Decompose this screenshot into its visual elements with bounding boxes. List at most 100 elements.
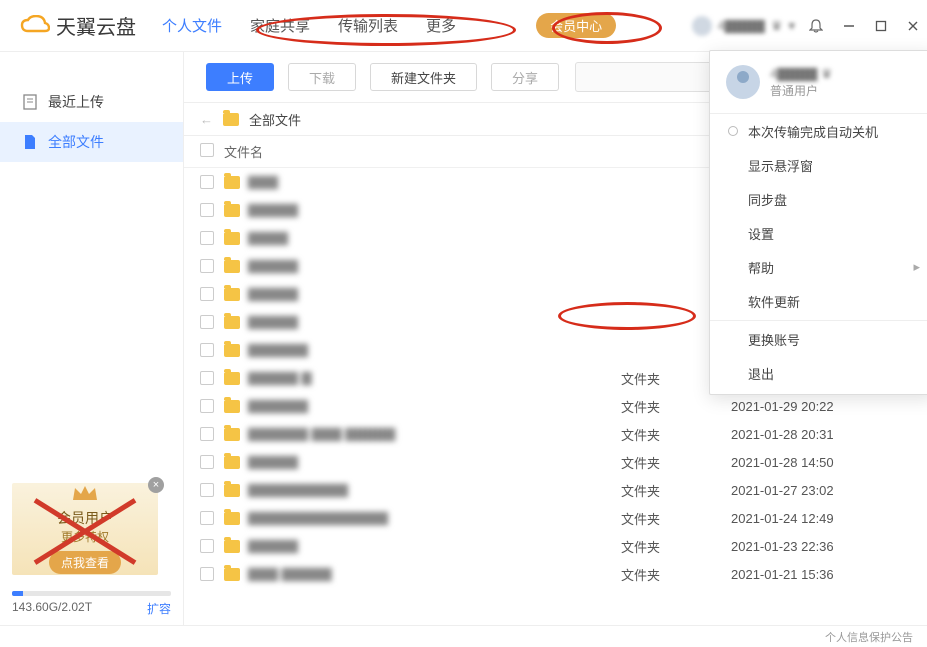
new-folder-button[interactable]: 新建文件夹 xyxy=(370,63,477,91)
file-name-cell[interactable]: ▇▇▇▇▇ xyxy=(224,286,621,302)
table-row[interactable]: ▇▇▇▇▇文件夹2021-01-28 14:50 xyxy=(184,448,927,476)
file-name: ▇▇▇▇▇▇ xyxy=(248,398,308,414)
file-name-cell[interactable]: ▇▇▇ ▇▇▇▇▇ xyxy=(224,566,621,582)
row-checkbox[interactable] xyxy=(200,371,214,385)
folder-icon xyxy=(224,260,240,273)
file-type: 文件夹 xyxy=(621,425,731,444)
nav-family[interactable]: 家庭共享 xyxy=(250,15,310,36)
col-name[interactable]: 文件名 xyxy=(224,142,621,161)
close-button[interactable] xyxy=(907,20,919,32)
file-name-cell[interactable]: ▇▇▇▇▇ xyxy=(224,314,621,330)
file-time: 2021-01-29 20:22 xyxy=(731,399,911,414)
sidebar-item-recent[interactable]: 最近上传 xyxy=(0,82,183,122)
row-checkbox[interactable] xyxy=(200,539,214,553)
row-checkbox[interactable] xyxy=(200,231,214,245)
table-row[interactable]: ▇▇▇▇▇▇ ▇▇▇ ▇▇▇▇▇ 文件夹2021-01-28 20:31 xyxy=(184,420,927,448)
file-name: ▇▇▇ xyxy=(248,174,278,190)
dropdown-help[interactable]: 帮助▸ xyxy=(710,250,927,284)
row-checkbox[interactable] xyxy=(200,175,214,189)
minimize-button[interactable] xyxy=(843,20,855,32)
title-bar: 天翼云盘 个人文件 家庭共享 传输列表 更多 会员中心 4▇▇▇▇ ♛ ▾ xyxy=(0,0,927,52)
file-name-cell[interactable]: ▇▇▇▇▇▇ ▇▇▇ ▇▇▇▇▇ xyxy=(224,426,621,442)
file-type: 文件夹 xyxy=(621,565,731,584)
file-name-cell[interactable]: ▇▇▇▇▇ xyxy=(224,202,621,218)
file-time: 2021-01-24 12:49 xyxy=(731,511,911,526)
file-name-cell[interactable]: ▇▇▇▇ xyxy=(224,230,621,246)
member-center-button[interactable]: 会员中心 xyxy=(536,13,616,38)
quota-expand-link[interactable]: 扩容 xyxy=(147,600,171,617)
nav-more[interactable]: 更多 xyxy=(426,15,456,36)
footer: 个人信息保护公告 xyxy=(0,625,927,647)
dropdown-logout[interactable]: 退出 xyxy=(710,356,927,390)
dropdown-show-float[interactable]: 显示悬浮窗 xyxy=(710,148,927,182)
table-row[interactable]: ▇▇▇▇▇▇▇▇▇▇▇▇▇▇文件夹2021-01-24 12:49 xyxy=(184,504,927,532)
select-all-checkbox[interactable] xyxy=(200,143,214,157)
file-name: ▇▇▇▇▇ xyxy=(248,454,298,470)
row-checkbox[interactable] xyxy=(200,511,214,525)
folder-icon xyxy=(224,568,240,581)
file-name-cell[interactable]: ▇▇▇▇▇▇ xyxy=(224,398,621,414)
row-checkbox[interactable] xyxy=(200,315,214,329)
download-button[interactable]: 下载 xyxy=(288,63,356,91)
breadcrumb-root[interactable]: 全部文件 xyxy=(249,110,301,129)
share-button[interactable]: 分享 xyxy=(491,63,559,91)
nav-transfer[interactable]: 传输列表 xyxy=(338,15,398,36)
table-row[interactable]: ▇▇▇▇▇文件夹2021-01-23 22:36 xyxy=(184,532,927,560)
file-name-cell[interactable]: ▇▇▇ xyxy=(224,174,621,190)
file-name-cell[interactable]: ▇▇▇▇▇▇ xyxy=(224,342,621,358)
file-name: ▇▇▇▇▇▇▇▇▇▇▇▇▇▇ xyxy=(248,510,388,526)
row-checkbox[interactable] xyxy=(200,455,214,469)
dropdown-update[interactable]: 软件更新 xyxy=(710,284,927,318)
user-mini[interactable]: 4▇▇▇▇ ♛ ▾ xyxy=(692,16,795,36)
file-name-cell[interactable]: ▇▇▇▇▇ xyxy=(224,454,621,470)
radio-icon xyxy=(728,126,738,136)
file-name-cell[interactable]: ▇▇▇▇▇▇▇▇▇▇▇▇▇▇ xyxy=(224,510,621,526)
avatar-icon xyxy=(726,65,760,99)
row-checkbox[interactable] xyxy=(200,203,214,217)
file-name: ▇▇▇▇▇ xyxy=(248,538,298,554)
folder-icon xyxy=(224,484,240,497)
chevron-right-icon: ▸ xyxy=(913,259,920,275)
promo-close-icon[interactable]: × xyxy=(148,477,164,493)
file-name-cell[interactable]: ▇▇▇▇▇ ▇ xyxy=(224,370,621,386)
folder-icon xyxy=(224,204,240,217)
table-row[interactable]: ▇▇▇▇▇▇▇▇▇▇文件夹2021-01-27 23:02 xyxy=(184,476,927,504)
bell-icon[interactable] xyxy=(809,19,823,33)
dropdown-switch-account[interactable]: 更换账号 xyxy=(710,320,927,356)
table-row[interactable]: ▇▇▇▇▇▇ 文件夹2021-01-29 20:22 xyxy=(184,392,927,420)
cloud-icon xyxy=(20,15,50,37)
privacy-link[interactable]: 个人信息保护公告 xyxy=(825,629,913,645)
file-name: ▇▇▇▇▇▇ ▇▇▇ ▇▇▇▇▇ xyxy=(248,426,395,442)
folder-icon xyxy=(224,456,240,469)
dropdown-user-info: 4▇▇▇▇ ♛ 普通用户 xyxy=(710,51,927,114)
dropdown-sync-disk[interactable]: 同步盘 xyxy=(710,182,927,216)
folder-icon xyxy=(223,113,239,126)
row-checkbox[interactable] xyxy=(200,427,214,441)
file-name-cell[interactable]: ▇▇▇▇▇▇▇▇▇▇ xyxy=(224,482,621,498)
table-row[interactable]: ▇▇▇ ▇▇▇▇▇文件夹2021-01-21 15:36 xyxy=(184,560,927,588)
row-checkbox[interactable] xyxy=(200,567,214,581)
folder-icon xyxy=(224,540,240,553)
sidebar-all-label: 全部文件 xyxy=(48,132,104,152)
row-checkbox[interactable] xyxy=(200,343,214,357)
nav-personal[interactable]: 个人文件 xyxy=(162,15,222,36)
file-name-cell[interactable]: ▇▇▇▇▇ xyxy=(224,538,621,554)
row-checkbox[interactable] xyxy=(200,259,214,273)
sidebar-item-all[interactable]: 全部文件 xyxy=(0,122,183,162)
folder-icon xyxy=(224,400,240,413)
file-name-cell[interactable]: ▇▇▇▇▇ xyxy=(224,258,621,274)
row-checkbox[interactable] xyxy=(200,287,214,301)
file-type: 文件夹 xyxy=(621,397,731,416)
back-icon[interactable]: ← xyxy=(200,112,213,127)
row-checkbox[interactable] xyxy=(200,483,214,497)
dropdown-auto-shutdown[interactable]: 本次传输完成自动关机 xyxy=(710,114,927,148)
folder-icon xyxy=(224,232,240,245)
dropdown-settings[interactable]: 设置 xyxy=(710,216,927,250)
quota-bar xyxy=(12,591,171,596)
maximize-button[interactable] xyxy=(875,20,887,32)
file-time: 2021-01-28 20:31 xyxy=(731,427,911,442)
row-checkbox[interactable] xyxy=(200,399,214,413)
promo-button[interactable]: 点我查看 xyxy=(49,551,121,574)
upload-button[interactable]: 上传 xyxy=(206,63,274,91)
file-name: ▇▇▇▇▇ xyxy=(248,202,298,218)
